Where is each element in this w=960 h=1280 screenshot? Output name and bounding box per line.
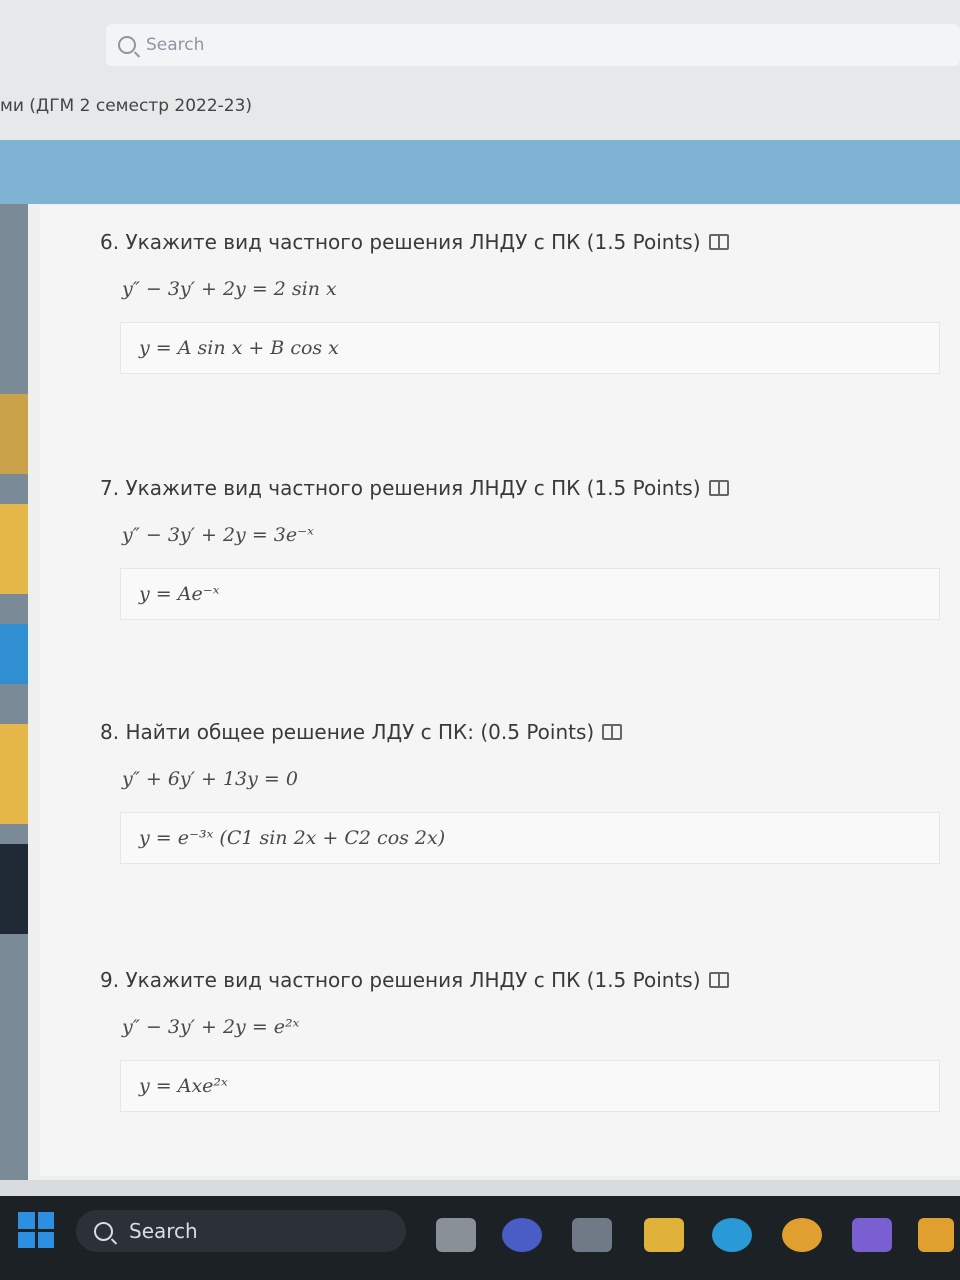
question-8: 8. Найти общее решение ЛДУ с ПК: (0.5 Po…: [100, 720, 940, 864]
question-equation: y″ − 3y′ + 2y = 3e⁻ˣ: [122, 524, 314, 546]
top-search-placeholder: Search: [146, 35, 205, 55]
chrome-icon[interactable]: [782, 1218, 822, 1252]
taskbar-search-label: Search: [129, 1219, 198, 1243]
question-6: 6. Укажите вид частного решения ЛНДУ с П…: [100, 230, 940, 374]
form-banner: [0, 140, 960, 204]
question-equation: y″ − 3y′ + 2y = e²ˣ: [122, 1016, 300, 1038]
immersive-reader-icon[interactable]: [602, 724, 623, 740]
meet-icon[interactable]: [502, 1218, 542, 1252]
taskbar-search[interactable]: Search: [76, 1210, 406, 1252]
question-title: 9. Укажите вид частного решения ЛНДУ с П…: [100, 968, 701, 992]
windows-start-icon[interactable]: [18, 1212, 54, 1248]
store-icon[interactable]: [572, 1218, 612, 1252]
question-equation: y″ + 6y′ + 13y = 0: [122, 768, 298, 790]
search-icon: [94, 1221, 113, 1241]
folder-icon[interactable]: [644, 1218, 684, 1252]
question-title: 7. Укажите вид частного решения ЛНДУ с П…: [100, 476, 701, 500]
answer-field[interactable]: y = e⁻³ˣ (C1 sin 2x + C2 cos 2x): [120, 812, 940, 864]
answer-field[interactable]: y = Ae⁻ˣ: [120, 568, 940, 620]
immersive-reader-icon[interactable]: [708, 234, 729, 250]
question-title: 8. Найти общее решение ЛДУ с ПК: (0.5 Po…: [100, 720, 595, 744]
file-explorer-icon[interactable]: [436, 1218, 476, 1252]
browser-header: Search ми (ДГМ 2 семестр 2022-23): [0, 0, 960, 140]
files-icon[interactable]: [918, 1218, 954, 1252]
visual-studio-icon[interactable]: [852, 1218, 892, 1252]
question-title: 6. Укажите вид частного решения ЛНДУ с П…: [100, 230, 701, 254]
answer-field[interactable]: y = Axe²ˣ: [120, 1060, 940, 1112]
edge-icon[interactable]: [712, 1218, 752, 1252]
course-title: ми (ДГМ 2 семестр 2022-23): [0, 96, 253, 116]
question-equation: y″ − 3y′ + 2y = 2 sin x: [122, 278, 337, 300]
immersive-reader-icon[interactable]: [708, 480, 729, 496]
search-icon: [118, 36, 136, 54]
question-7: 7. Укажите вид частного решения ЛНДУ с П…: [100, 476, 940, 620]
taskbar: Search: [0, 1196, 960, 1280]
immersive-reader-icon[interactable]: [708, 972, 729, 988]
top-search-box[interactable]: Search: [106, 24, 960, 66]
question-9: 9. Укажите вид частного решения ЛНДУ с П…: [100, 968, 940, 1112]
answer-field[interactable]: y = A sin x + B cos x: [120, 322, 940, 374]
